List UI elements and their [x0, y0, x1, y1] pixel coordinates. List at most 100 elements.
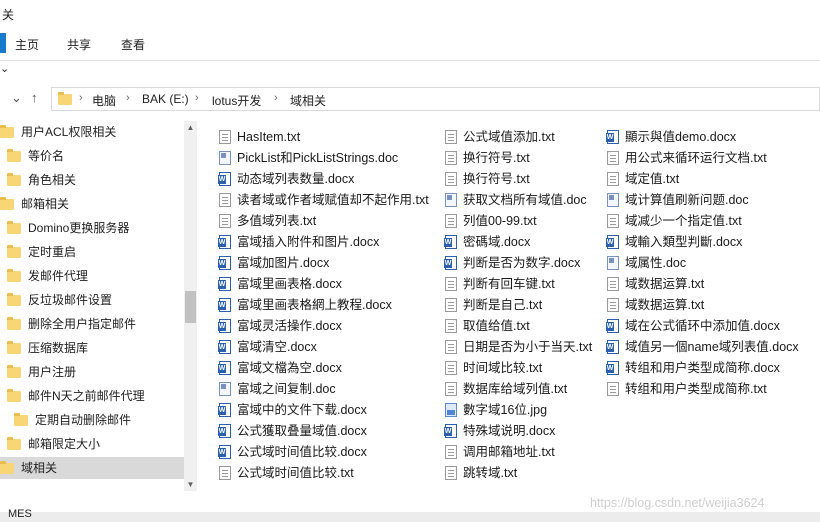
file-item[interactable]: 富域灵活操作.docx [218, 316, 342, 336]
folder-icon [7, 245, 21, 259]
sidebar-item[interactable]: 邮箱限定大小 [0, 433, 184, 455]
file-name: 动态域列表数量.docx [237, 172, 355, 186]
file-item[interactable]: 判断是自己.txt [445, 295, 542, 315]
file-item[interactable]: 跳转域.txt [445, 463, 517, 483]
word-template-icon [607, 256, 619, 270]
file-name: 转组和用户类型成简称.txt [625, 382, 767, 396]
sidebar-item[interactable]: 等价名 [0, 145, 184, 167]
tab-view[interactable]: 查看 [121, 36, 145, 53]
file-item[interactable]: PickList和PickListStrings.doc [219, 148, 398, 168]
file-item[interactable]: 调用邮箱地址.txt [445, 442, 555, 462]
tab-share[interactable]: 共享 [67, 36, 91, 53]
folder-icon [7, 149, 21, 163]
file-item[interactable]: 取值给值.txt [445, 316, 530, 336]
file-name: 判断是否为数字.docx [463, 256, 581, 270]
file-item[interactable]: 富域插入附件和图片.docx [218, 232, 379, 252]
sidebar-item[interactable]: 发邮件代理 [0, 265, 184, 287]
sidebar-item-label: 等价名 [28, 149, 65, 163]
breadcrumb-separator-icon[interactable]: › [79, 92, 83, 104]
file-item[interactable]: 列值00-99.txt [445, 211, 537, 231]
file-item[interactable]: 富域之间复制.doc [219, 379, 336, 399]
file-item[interactable]: 域属性.doc [607, 253, 686, 273]
file-item[interactable]: 获取文档所有域值.doc [445, 190, 587, 210]
file-item[interactable]: 转组和用户类型成简称.docx [606, 358, 780, 378]
text-file-icon [445, 151, 457, 165]
sidebar-item[interactable]: 邮箱相关 [0, 193, 184, 215]
breadcrumb-current[interactable]: 域相关 [290, 92, 326, 109]
file-item[interactable]: 域数据运算.txt [607, 295, 704, 315]
file-item[interactable]: 数据库给域列值.txt [445, 379, 567, 399]
file-item[interactable]: 顯示與值demo.docx [606, 127, 736, 147]
scroll-up-icon[interactable]: ▲ [184, 121, 197, 134]
file-item[interactable]: 公式獲取叠量域值.docx [218, 421, 367, 441]
scroll-down-icon[interactable]: ▼ [184, 478, 197, 491]
sidebar-item[interactable]: 域相关 [0, 457, 184, 479]
file-item[interactable]: 转组和用户类型成简称.txt [607, 379, 767, 399]
navigation-scrollbar[interactable]: ▲ ▼ [184, 121, 197, 491]
file-item[interactable]: 數字域16位.jpg [445, 400, 547, 420]
sidebar-item[interactable]: 删除全用户指定邮件 [0, 313, 184, 335]
recent-locations-icon[interactable]: ⌄ [11, 90, 22, 106]
sidebar-item[interactable]: 定时重启 [0, 241, 184, 263]
file-item[interactable]: 日期是否为小于当天.txt [445, 337, 592, 357]
file-name: 换行符号.txt [463, 151, 530, 165]
sidebar-item[interactable]: 反垃圾邮件设置 [0, 289, 184, 311]
breadcrumb-lotus[interactable]: lotus开发 [212, 92, 261, 109]
file-name: 用公式来循环运行文档.txt [625, 151, 767, 165]
breadcrumb-separator-icon[interactable]: › [195, 92, 199, 104]
file-item[interactable]: 域减少一个指定值.txt [607, 211, 742, 231]
file-item[interactable]: 密碼域.docx [444, 232, 531, 252]
file-item[interactable]: 读者域或作者域赋值却不起作用.txt [219, 190, 429, 210]
breadcrumb-computer[interactable]: 电脑 [92, 92, 116, 109]
file-item[interactable]: 域輸入類型判斷.docx [606, 232, 742, 252]
sidebar-item[interactable]: Domino更换服务器 [0, 217, 184, 239]
breadcrumb-drive[interactable]: BAK (E:) [142, 92, 189, 106]
file-item[interactable]: 换行符号.txt [445, 169, 530, 189]
file-item[interactable]: 域数据运算.txt [607, 274, 704, 294]
file-item[interactable]: 公式域时间值比较.txt [219, 463, 354, 483]
file-item[interactable]: 富域里画表格網上教程.docx [218, 295, 392, 315]
file-item[interactable]: 特殊域说明.docx [444, 421, 555, 441]
file-item[interactable]: 判断有回车键.txt [445, 274, 555, 294]
file-item[interactable]: HasItem.txt [219, 127, 300, 147]
scrollbar-thumb[interactable] [185, 291, 196, 323]
file-name: 富域里画表格網上教程.docx [237, 298, 392, 312]
file-item[interactable]: 域在公式循环中添加值.docx [606, 316, 780, 336]
file-item[interactable]: 域值另一個name域列表值.docx [606, 337, 799, 357]
file-item[interactable]: 域计算值刷新问题.doc [607, 190, 749, 210]
folder-icon [0, 461, 14, 475]
word-document-icon [606, 361, 619, 375]
tab-home[interactable]: 主页 [15, 36, 39, 53]
sidebar-item[interactable]: 压缩数据库 [0, 337, 184, 359]
sidebar-item[interactable]: 定期自动删除邮件 [0, 409, 184, 431]
quick-access-dropdown-icon[interactable]: ⌄ [0, 62, 9, 75]
file-item[interactable]: 富域中的文件下载.docx [218, 400, 367, 420]
status-bar: MES [0, 508, 820, 522]
word-template-icon [445, 193, 457, 207]
breadcrumb-separator-icon[interactable]: › [274, 92, 278, 104]
file-item[interactable]: 富域清空.docx [218, 337, 317, 357]
file-item[interactable]: 多值域列表.txt [219, 211, 316, 231]
sidebar-item[interactable]: 用户ACL权限相关 [0, 121, 184, 143]
folder-icon [7, 293, 21, 307]
file-item[interactable]: 公式域值添加.txt [445, 127, 555, 147]
file-item[interactable]: 富域里画表格.docx [218, 274, 342, 294]
file-name: 域数据运算.txt [625, 298, 705, 312]
address-bar[interactable]: › 电脑 › BAK (E:) › lotus开发 › 域相关 [51, 87, 820, 111]
file-item[interactable]: 富域加图片.docx [218, 253, 329, 273]
file-item[interactable]: 域定值.txt [607, 169, 679, 189]
file-item[interactable]: 时间域比较.txt [445, 358, 542, 378]
file-item[interactable]: 公式域时间值比较.docx [218, 442, 367, 462]
file-item[interactable]: 判断是否为数字.docx [444, 253, 581, 273]
file-item[interactable]: 富域文檔為空.docx [218, 358, 342, 378]
file-item[interactable]: 用公式来循环运行文档.txt [607, 148, 767, 168]
file-item[interactable]: 动态域列表数量.docx [218, 169, 355, 189]
file-name: 密碼域.docx [463, 235, 531, 249]
file-tab[interactable] [0, 33, 6, 53]
sidebar-item[interactable]: 邮件N天之前邮件代理 [0, 385, 184, 407]
up-arrow-icon[interactable]: ↑ [31, 90, 38, 105]
sidebar-item[interactable]: 角色相关 [0, 169, 184, 191]
breadcrumb-separator-icon[interactable]: › [126, 92, 130, 104]
file-item[interactable]: 换行符号.txt [445, 148, 530, 168]
sidebar-item[interactable]: 用户注册 [0, 361, 184, 383]
